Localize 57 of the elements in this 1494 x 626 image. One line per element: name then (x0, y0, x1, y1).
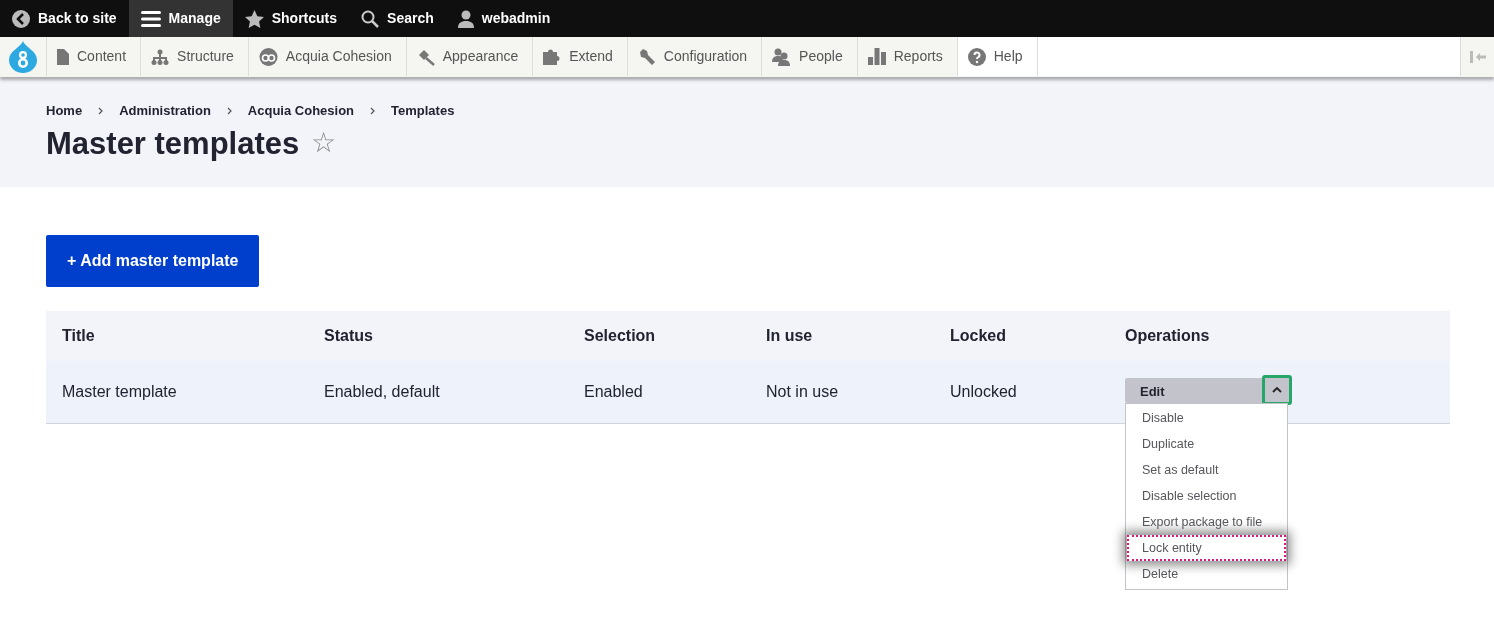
breadcrumb-link[interactable]: Acquia Cohesion (247, 101, 355, 121)
edit-button[interactable]: Edit (1125, 378, 1262, 404)
bar-chart-icon (867, 48, 886, 65)
menu-item[interactable]: Export package to file (1127, 509, 1286, 536)
admin-menu-item[interactable]: Appearance (405, 37, 533, 76)
drop-logo-icon (9, 41, 37, 73)
column-header: Title (62, 327, 95, 344)
chevron-icon (98, 106, 104, 115)
table-cell: Not in use (766, 382, 839, 400)
hierarchy-icon (151, 48, 170, 65)
menu-item[interactable]: Disable selection (1127, 483, 1286, 510)
breadcrumb-link[interactable]: Administration (119, 101, 211, 121)
column-header: Selection (584, 327, 656, 344)
chevron-icon (226, 106, 232, 115)
admin-menu-item[interactable]: Extend (532, 37, 627, 76)
table-cell: Enabled (584, 382, 643, 400)
caret-icon (1272, 387, 1282, 394)
search-icon (361, 9, 380, 28)
menu-item[interactable]: Disable (1127, 405, 1286, 432)
column-header: In use (766, 327, 813, 344)
people-icon (772, 47, 792, 66)
column-header: Status (324, 327, 373, 344)
admin-menu-item[interactable]: Help (956, 37, 1038, 76)
user-icon (457, 9, 474, 28)
menu-item[interactable]: Lock entity (1127, 535, 1286, 562)
toolbar-item[interactable]: Back to site (0, 0, 129, 37)
menu-item[interactable]: Duplicate (1127, 431, 1286, 458)
page-title: Master templates (46, 124, 300, 162)
menu-item[interactable]: Set as default (1127, 457, 1286, 484)
help-icon (967, 47, 986, 66)
toolbar-item[interactable]: Search (349, 0, 446, 37)
menu-icon (140, 10, 161, 27)
toolbar-item[interactable]: Shortcuts (232, 0, 350, 37)
breadcrumb-link[interactable]: Home (46, 101, 83, 121)
admin-menu-item[interactable]: Configuration (626, 37, 762, 76)
admin-menu-item[interactable]: Structure (140, 37, 248, 76)
toolbar-item[interactable]: webadmin (445, 0, 563, 37)
menu-item[interactable]: Delete (1127, 561, 1286, 588)
column-header: Locked (950, 327, 1006, 344)
dropdown-toggle[interactable] (1262, 375, 1292, 406)
wrench-icon (637, 47, 656, 66)
add-button[interactable]: + Add master template (46, 235, 260, 287)
table-cell: Enabled, default (324, 382, 440, 400)
table-cell: Unlocked (950, 382, 1017, 400)
admin-menu-item[interactable]: Reports (856, 37, 957, 76)
star-icon (244, 9, 264, 28)
chevron-icon (370, 106, 376, 115)
admin-menu-item[interactable]: Acquia Cohesion (247, 37, 406, 76)
admin-menu-item[interactable]: People (761, 37, 857, 76)
table-cell: Master template (62, 382, 177, 400)
admin-menu-item[interactable]: Content (46, 37, 141, 76)
column-header: Operations (1125, 327, 1210, 344)
document-icon (57, 48, 69, 65)
toolbar-item[interactable]: Manage (128, 0, 233, 37)
breadcrumb-link[interactable]: Templates (391, 101, 455, 121)
puzzle-icon (543, 48, 562, 65)
co-logo-icon (258, 47, 278, 66)
